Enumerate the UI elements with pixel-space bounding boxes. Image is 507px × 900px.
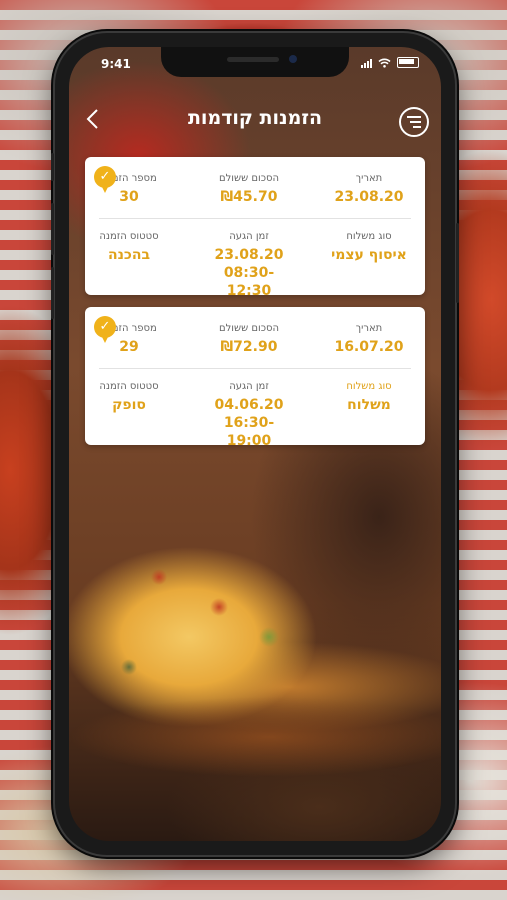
- arrival-window-value: 08:30-12:30: [223, 265, 275, 299]
- order-number-value: 30: [119, 189, 139, 205]
- date-label: תאריך: [355, 323, 383, 334]
- shipping-type-value: משלוח: [347, 397, 391, 413]
- amount-value: ₪72.90: [220, 339, 278, 355]
- amount-label: הסכום ששולם: [218, 323, 280, 334]
- arrival-window-value: 16:30-19:00: [223, 415, 275, 449]
- amount-cell: הסכום ששולם ₪45.70: [205, 173, 293, 206]
- power-button: [456, 223, 459, 303]
- app-header: הזמנות קודמות: [69, 97, 441, 143]
- volume-up-button: [51, 203, 54, 255]
- shipping-type-cell: סוג משלוח משלוח: [325, 381, 413, 450]
- order-status-cell: סטטוס הזמנה בהכנה: [85, 231, 173, 300]
- menu-icon[interactable]: [399, 107, 429, 137]
- shipping-type-label: סוג משלוח: [346, 231, 392, 242]
- shipping-type-value: איסוף עצמי: [331, 247, 407, 263]
- order-check-badge-icon: ✓: [94, 166, 116, 193]
- status-bar: 9:41: [69, 47, 441, 83]
- date-label: תאריך: [355, 173, 383, 184]
- signal-icon: [361, 58, 372, 68]
- page-title: הזמנות קודמות: [187, 107, 323, 129]
- status-icons: [361, 57, 419, 68]
- divider: [99, 368, 411, 369]
- date-value: 16.07.20: [334, 339, 404, 355]
- date-value: 23.08.20: [334, 189, 404, 205]
- amount-cell: הסכום ששולם ₪72.90: [205, 323, 293, 356]
- order-status-label: סטטוס הזמנה: [99, 231, 159, 242]
- arrival-date-value: 23.08.20: [214, 247, 284, 263]
- arrival-time-label: זמן הגעה: [229, 381, 269, 392]
- divider: [99, 218, 411, 219]
- order-check-badge-icon: ✓: [94, 316, 116, 343]
- order-card[interactable]: ✓ תאריך 16.07.20 הסכום ששולם ₪72.90 מספר…: [85, 307, 425, 449]
- app-screen: 9:41 הזמנות קודמות ✓ תאריך 23.08.20 הסכו…: [69, 47, 441, 841]
- shipping-type-cell: סוג משלוח איסוף עצמי: [325, 231, 413, 300]
- order-status-value: בהכנה: [107, 247, 151, 263]
- mute-switch: [51, 153, 54, 181]
- arrival-time-cell: זמן הגעה 04.06.20 16:30-19:00: [205, 381, 293, 450]
- date-cell: תאריך 23.08.20: [325, 173, 413, 206]
- order-card[interactable]: ✓ תאריך 23.08.20 הסכום ששולם ₪45.70 מספר…: [85, 157, 425, 299]
- arrival-date-value: 04.06.20: [214, 397, 284, 413]
- battery-icon: [397, 57, 419, 68]
- order-status-value: סופק: [112, 397, 146, 413]
- amount-label: הסכום ששולם: [218, 173, 280, 184]
- status-time: 9:41: [101, 57, 131, 71]
- order-status-cell: סטטוס הזמנה סופק: [85, 381, 173, 450]
- date-cell: תאריך 16.07.20: [325, 323, 413, 356]
- arrival-time-label: זמן הגעה: [229, 231, 269, 242]
- phone-frame: 9:41 הזמנות קודמות ✓ תאריך 23.08.20 הסכו…: [51, 33, 459, 855]
- amount-value: ₪45.70: [220, 189, 278, 205]
- wifi-icon: [378, 58, 391, 68]
- pizza-photo: [69, 467, 441, 841]
- shipping-type-label: סוג משלוח: [346, 381, 392, 392]
- order-number-value: 29: [119, 339, 139, 355]
- arrival-time-cell: זמן הגעה 23.08.20 08:30-12:30: [205, 231, 293, 300]
- order-status-label: סטטוס הזמנה: [99, 381, 159, 392]
- volume-down-button: [51, 267, 54, 319]
